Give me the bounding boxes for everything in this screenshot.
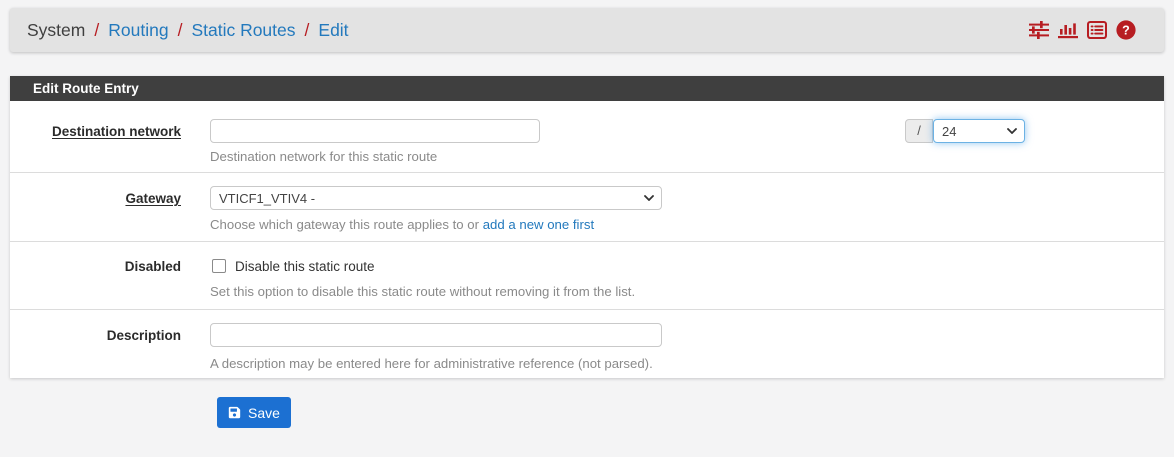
panel-title: Edit Route Entry — [10, 76, 1164, 101]
gateway-label: Gateway — [10, 191, 181, 206]
destination-network-label: Destination network — [10, 124, 181, 139]
breadcrumb-link-static-routes[interactable]: Static Routes — [191, 20, 295, 41]
gateway-select-wrap: VTICF1_VTIV4 - — [210, 186, 662, 210]
panel-body: Destination network / 24 Destination net… — [10, 101, 1164, 378]
svg-text:?: ? — [1122, 23, 1130, 37]
save-button[interactable]: Save — [217, 397, 291, 428]
breadcrumb-system: System — [27, 20, 85, 41]
gateway-help: Choose which gateway this route applies … — [210, 217, 594, 232]
description-help: A description may be entered here for ad… — [210, 356, 653, 371]
mask-select[interactable]: 24 — [933, 119, 1025, 143]
breadcrumb-separator: / — [305, 20, 310, 41]
save-icon — [228, 406, 241, 419]
save-button-label: Save — [248, 405, 280, 421]
description-label: Description — [10, 328, 181, 343]
disable-route-checkbox-label: Disable this static route — [235, 259, 375, 274]
breadcrumb-separator: / — [94, 20, 99, 41]
disabled-help: Set this option to disable this static r… — [210, 284, 635, 299]
breadcrumb-link-edit[interactable]: Edit — [318, 20, 348, 41]
breadcrumb-separator: / — [178, 20, 183, 41]
edit-route-entry-panel: Edit Route Entry Destination network / 2… — [10, 76, 1164, 378]
chart-bar-icon[interactable] — [1058, 20, 1078, 40]
breadcrumb-bar: System / Routing / Static Routes / Edit — [10, 8, 1164, 52]
header-icon-group: ? — [1029, 20, 1136, 40]
list-alt-icon[interactable] — [1087, 20, 1107, 40]
destination-network-help: Destination network for this static rout… — [210, 149, 437, 164]
disabled-label: Disabled — [10, 259, 181, 274]
mask-select-wrap: 24 — [933, 119, 1025, 143]
breadcrumb-link-routing[interactable]: Routing — [108, 20, 168, 41]
add-gateway-link[interactable]: add a new one first — [483, 217, 594, 232]
gateway-select[interactable]: VTICF1_VTIV4 - — [210, 186, 662, 210]
disable-route-checkbox[interactable] — [212, 259, 226, 273]
mask-separator: / — [905, 119, 933, 143]
gateway-row: Gateway VTICF1_VTIV4 - Choose which gate… — [10, 173, 1164, 242]
destination-network-row: Destination network / 24 Destination net… — [10, 101, 1164, 173]
disabled-row: Disabled Disable this static route Set t… — [10, 242, 1164, 310]
description-row: Description A description may be entered… — [10, 310, 1164, 378]
gateway-help-text: Choose which gateway this route applies … — [210, 217, 483, 232]
sliders-icon[interactable] — [1029, 20, 1049, 40]
breadcrumb: System / Routing / Static Routes / Edit — [27, 20, 349, 41]
help-circle-icon[interactable]: ? — [1116, 20, 1136, 40]
destination-network-input[interactable] — [210, 119, 540, 143]
description-input[interactable] — [210, 323, 662, 347]
